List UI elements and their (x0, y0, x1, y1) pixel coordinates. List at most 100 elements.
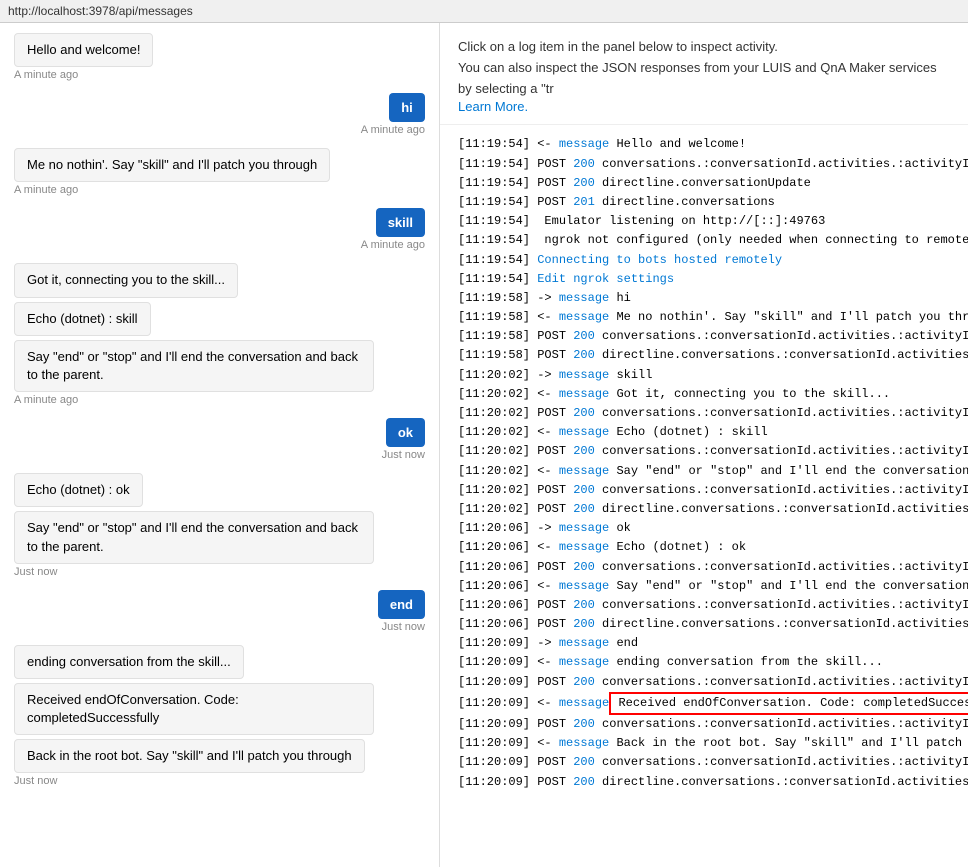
bot-bubble[interactable]: Back in the root bot. Say "skill" and I'… (14, 739, 365, 773)
bot-bubble[interactable]: Received endOfConversation. Code: comple… (14, 683, 374, 735)
log-line[interactable]: [11:20:02] POST 200 directline.conversat… (458, 500, 950, 519)
log-type-link[interactable]: message (559, 634, 609, 653)
log-line[interactable]: [11:20:02] POST 200 conversations.:conve… (458, 404, 950, 423)
log-time: [11:20:02] (458, 366, 537, 385)
bot-bubble[interactable]: Echo (dotnet) : skill (14, 302, 151, 336)
log-time: [11:20:02] (458, 404, 537, 423)
log-status-link[interactable]: 200 (573, 673, 595, 692)
log-line[interactable]: [11:19:54] Emulator listening on http://… (458, 212, 950, 231)
chat-message-bot: Back in the root bot. Say "skill" and I'… (14, 739, 425, 795)
log-text: Echo (dotnet) : skill (609, 423, 767, 442)
log-line[interactable]: [11:19:54] Connecting to bots hosted rem… (458, 251, 950, 270)
log-path: conversations.:conversationId.activities… (595, 442, 968, 461)
bot-bubble[interactable]: Say "end" or "stop" and I'll end the con… (14, 511, 374, 563)
log-type-link[interactable]: message (559, 694, 609, 713)
log-link[interactable]: Edit ngrok settings (537, 270, 674, 289)
log-type-link[interactable]: message (559, 653, 609, 672)
log-area: [11:19:54] <- message Hello and welcome!… (440, 125, 968, 867)
log-type-link[interactable]: message (559, 423, 609, 442)
log-time: [11:19:58] (458, 346, 537, 365)
inspect-line2: You can also inspect the JSON responses … (458, 58, 950, 100)
log-line[interactable]: [11:20:06] POST 200 conversations.:conve… (458, 558, 950, 577)
log-line[interactable]: [11:19:58] POST 200 conversations.:conve… (458, 327, 950, 346)
log-line[interactable]: [11:20:06] POST 200 directline.conversat… (458, 615, 950, 634)
log-line[interactable]: [11:19:58] -> message hi (458, 289, 950, 308)
log-status-link[interactable]: 200 (573, 615, 595, 634)
main-area: Hello and welcome!A minute agohiA minute… (0, 23, 968, 867)
bot-bubble[interactable]: Me no nothin'. Say "skill" and I'll patc… (14, 148, 330, 182)
log-status-link[interactable]: 200 (573, 753, 595, 772)
log-line[interactable]: [11:20:06] POST 200 conversations.:conve… (458, 596, 950, 615)
log-line[interactable]: [11:20:06] <- message Echo (dotnet) : ok (458, 538, 950, 557)
log-time: [11:20:09] (458, 694, 537, 713)
log-type-link[interactable]: message (559, 538, 609, 557)
log-time: [11:19:54] (458, 231, 537, 250)
log-line[interactable]: [11:20:09] <- message Received endOfConv… (458, 692, 950, 715)
log-time: [11:20:09] (458, 715, 537, 734)
log-status-link[interactable]: 200 (573, 404, 595, 423)
log-status-link[interactable]: 200 (573, 346, 595, 365)
log-line[interactable]: [11:19:54] POST 201 directline.conversat… (458, 193, 950, 212)
log-line[interactable]: [11:19:54] Edit ngrok settings (458, 270, 950, 289)
log-path: directline.conversations.:conversationId… (595, 615, 968, 634)
log-type-link[interactable]: message (559, 462, 609, 481)
user-bubble[interactable]: skill (376, 208, 425, 237)
log-link[interactable]: Connecting to bots hosted remotely (537, 251, 782, 270)
log-line[interactable]: [11:19:54] POST 200 directline.conversat… (458, 174, 950, 193)
log-line[interactable]: [11:20:02] POST 200 conversations.:conve… (458, 442, 950, 461)
log-type-link[interactable]: message (559, 577, 609, 596)
log-status-link[interactable]: 200 (573, 174, 595, 193)
log-type-link[interactable]: message (559, 366, 609, 385)
timestamp: A minute ago (361, 239, 425, 251)
log-time: [11:19:58] (458, 327, 537, 346)
log-direction: -> (537, 634, 559, 653)
log-line[interactable]: [11:20:09] POST 200 conversations.:conve… (458, 673, 950, 692)
chat-message-user: okJust now (14, 418, 425, 469)
log-line[interactable]: [11:20:06] <- message Say "end" or "stop… (458, 577, 950, 596)
log-line[interactable]: [11:19:54] <- message Hello and welcome! (458, 135, 950, 154)
log-line[interactable]: [11:20:09] POST 200 directline.conversat… (458, 773, 950, 792)
log-line[interactable]: [11:20:02] <- message Say "end" or "stop… (458, 462, 950, 481)
log-line[interactable]: [11:19:58] POST 200 directline.conversat… (458, 346, 950, 365)
bot-bubble[interactable]: Say "end" or "stop" and I'll end the con… (14, 340, 374, 392)
log-line[interactable]: [11:20:06] -> message ok (458, 519, 950, 538)
bot-bubble[interactable]: Got it, connecting you to the skill... (14, 263, 238, 297)
log-line[interactable]: [11:20:02] <- message Got it, connecting… (458, 385, 950, 404)
user-bubble[interactable]: hi (389, 93, 425, 122)
log-type-link[interactable]: message (559, 308, 609, 327)
log-line[interactable]: [11:20:09] POST 200 conversations.:conve… (458, 753, 950, 772)
log-type-link[interactable]: message (559, 519, 609, 538)
log-line[interactable]: [11:20:02] POST 200 conversations.:conve… (458, 481, 950, 500)
log-type-link[interactable]: message (559, 289, 609, 308)
log-type-link[interactable]: message (559, 135, 609, 154)
log-status-link[interactable]: 200 (573, 715, 595, 734)
log-status-link[interactable]: 200 (573, 500, 595, 519)
log-line[interactable]: [11:20:09] <- message Back in the root b… (458, 734, 950, 753)
log-line[interactable]: [11:20:09] <- message ending conversatio… (458, 653, 950, 672)
log-line[interactable]: [11:20:02] -> message skill (458, 366, 950, 385)
log-line[interactable]: [11:20:09] -> message end (458, 634, 950, 653)
log-line[interactable]: [11:20:02] <- message Echo (dotnet) : sk… (458, 423, 950, 442)
log-line[interactable]: [11:19:54] ngrok not configured (only ne… (458, 231, 950, 250)
log-line[interactable]: [11:20:09] POST 200 conversations.:conve… (458, 715, 950, 734)
log-status-link[interactable]: 200 (573, 442, 595, 461)
bot-bubble[interactable]: ending conversation from the skill... (14, 645, 244, 679)
log-status-link[interactable]: 200 (573, 558, 595, 577)
user-bubble[interactable]: end (378, 590, 425, 619)
log-status-link[interactable]: 200 (573, 481, 595, 500)
user-bubble[interactable]: ok (386, 418, 425, 447)
chat-message-bot: Received endOfConversation. Code: comple… (14, 683, 425, 735)
log-status-link[interactable]: 200 (573, 596, 595, 615)
log-line[interactable]: [11:19:58] <- message Me no nothin'. Say… (458, 308, 950, 327)
bot-bubble[interactable]: Echo (dotnet) : ok (14, 473, 143, 507)
log-status-link[interactable]: 200 (573, 773, 595, 792)
learn-more-link[interactable]: Learn More. (458, 99, 528, 114)
log-status-link[interactable]: 200 (573, 327, 595, 346)
log-status-link[interactable]: 200 (573, 155, 595, 174)
log-status-link[interactable]: 201 (573, 193, 595, 212)
log-type-link[interactable]: message (559, 734, 609, 753)
log-line[interactable]: [11:19:54] POST 200 conversations.:conve… (458, 155, 950, 174)
log-direction: POST (537, 558, 573, 577)
bot-bubble[interactable]: Hello and welcome! (14, 33, 153, 67)
log-type-link[interactable]: message (559, 385, 609, 404)
